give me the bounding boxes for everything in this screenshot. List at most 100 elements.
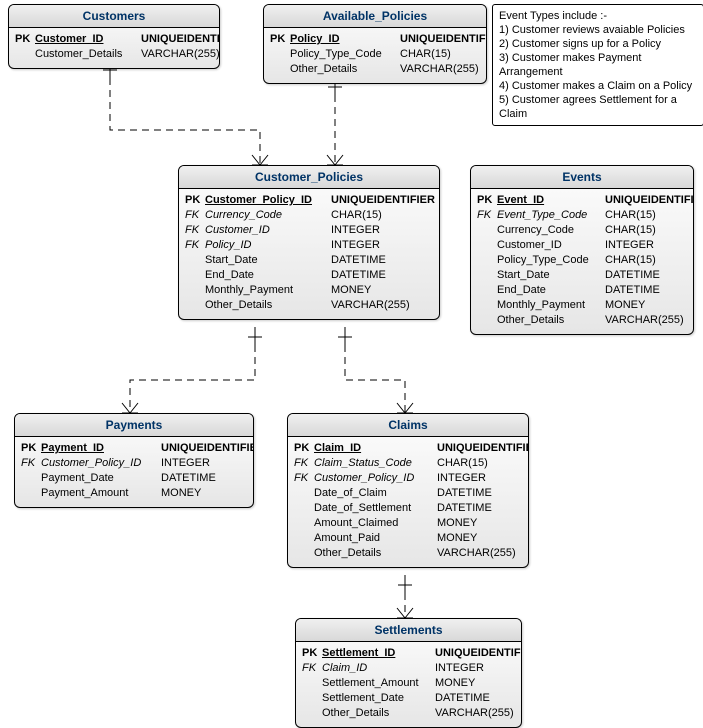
column-row: Settlement_AmountMONEY (302, 676, 515, 691)
column-type: MONEY (161, 486, 201, 501)
column-type: INTEGER (605, 238, 654, 253)
column-name: Start_Date (205, 253, 331, 268)
column-name: Other_Details (314, 546, 437, 561)
column-type: CHAR(15) (605, 253, 656, 268)
column-name: Amount_Paid (314, 531, 437, 546)
column-name: Monthly_Payment (497, 298, 605, 313)
note-event-types: Event Types include :- 1) Customer revie… (492, 4, 703, 126)
column-name: Date_of_Claim (314, 486, 437, 501)
column-name: End_Date (205, 268, 331, 283)
column-name: Event_ID (497, 193, 605, 208)
column-row: PKCustomer_Policy_IDUNIQUEIDENTIFIER (185, 193, 433, 208)
entity-settlements: Settlements PKSettlement_IDUNIQUEIDENTIF… (295, 618, 522, 728)
column-row: Other_DetailsVARCHAR(255) (477, 313, 687, 328)
key-indicator: FK (185, 223, 205, 238)
column-name: Settlement_ID (322, 646, 435, 661)
column-name: End_Date (497, 283, 605, 298)
column-row: FKCustomer_IDINTEGER (185, 223, 433, 238)
column-row: FKEvent_Type_CodeCHAR(15) (477, 208, 687, 223)
column-name: Claim_ID (322, 661, 435, 676)
column-type: DATETIME (605, 268, 660, 283)
column-type: MONEY (605, 298, 645, 313)
column-type: VARCHAR(255) (331, 298, 410, 313)
column-row: Other_DetailsVARCHAR(255) (270, 62, 480, 77)
column-row: Policy_Type_CodeCHAR(15) (270, 47, 480, 62)
column-type: UNIQUEIDENTIFIER (400, 32, 487, 47)
column-type: VARCHAR(255) (437, 546, 516, 561)
column-type: CHAR(15) (605, 208, 656, 223)
column-name: Other_Details (497, 313, 605, 328)
column-name: Payment_Amount (41, 486, 161, 501)
column-row: FKClaim_IDINTEGER (302, 661, 515, 676)
entity-title: Events (471, 166, 693, 189)
column-name: Other_Details (322, 706, 435, 721)
column-row: FKPolicy_IDINTEGER (185, 238, 433, 253)
column-type: VARCHAR(255) (400, 62, 479, 77)
column-row: Customer_IDINTEGER (477, 238, 687, 253)
entity-events: Events PKEvent_IDUNIQUEIDENTIFIERFKEvent… (470, 165, 694, 335)
entity-body: PKSettlement_IDUNIQUEIDENTIFIERFKClaim_I… (296, 642, 521, 727)
column-name: Claim_Status_Code (314, 456, 437, 471)
column-row: End_DateDATETIME (185, 268, 433, 283)
column-row: Date_of_ClaimDATETIME (294, 486, 522, 501)
column-type: CHAR(15) (331, 208, 382, 223)
column-row: Start_DateDATETIME (477, 268, 687, 283)
column-row: Other_DetailsVARCHAR(255) (302, 706, 515, 721)
column-name: Customer_ID (497, 238, 605, 253)
column-type: MONEY (435, 676, 475, 691)
column-name: Policy_ID (290, 32, 400, 47)
column-type: DATETIME (331, 253, 386, 268)
column-type: DATETIME (605, 283, 660, 298)
column-row: PKEvent_IDUNIQUEIDENTIFIER (477, 193, 687, 208)
column-type: UNIQUEIDENTIFIER (437, 441, 529, 456)
column-name: Other_Details (290, 62, 400, 77)
column-row: Amount_ClaimedMONEY (294, 516, 522, 531)
entity-title: Settlements (296, 619, 521, 642)
entity-title: Claims (288, 414, 528, 437)
column-type: MONEY (331, 283, 371, 298)
column-row: Policy_Type_CodeCHAR(15) (477, 253, 687, 268)
column-type: UNIQUEIDENTIFIER (331, 193, 435, 208)
column-name: Date_of_Settlement (314, 501, 437, 516)
key-indicator: FK (185, 238, 205, 253)
column-row: Other_DetailsVARCHAR(255) (294, 546, 522, 561)
key-indicator: PK (294, 441, 314, 456)
column-type: CHAR(15) (400, 47, 451, 62)
key-indicator: PK (477, 193, 497, 208)
key-indicator: PK (270, 32, 290, 47)
key-indicator: FK (294, 456, 314, 471)
entity-customers: Customers PKCustomer_IDUNIQUEIDENTIFIERC… (8, 4, 220, 69)
note-line: 3) Customer makes Payment Arrangement (499, 51, 697, 79)
column-name: Event_Type_Code (497, 208, 605, 223)
entity-title: Customers (9, 5, 219, 28)
column-type: VARCHAR(255) (435, 706, 514, 721)
entity-body: PKPayment_IDUNIQUEIDENTIFIERFKCustomer_P… (15, 437, 253, 507)
column-name: Customer_Policy_ID (41, 456, 161, 471)
column-row: Start_DateDATETIME (185, 253, 433, 268)
column-row: PKClaim_IDUNIQUEIDENTIFIER (294, 441, 522, 456)
column-name: Settlement_Amount (322, 676, 435, 691)
column-type: INTEGER (437, 471, 486, 486)
entity-title: Available_Policies (264, 5, 486, 28)
entity-claims: Claims PKClaim_IDUNIQUEIDENTIFIERFKClaim… (287, 413, 529, 568)
note-line: 4) Customer makes a Claim on a Policy (499, 79, 697, 93)
key-indicator: FK (21, 456, 41, 471)
entity-payments: Payments PKPayment_IDUNIQUEIDENTIFIERFKC… (14, 413, 254, 508)
column-row: Customer_DetailsVARCHAR(255) (15, 47, 213, 62)
key-indicator: FK (302, 661, 322, 676)
column-row: Payment_DateDATETIME (21, 471, 247, 486)
column-row: Date_of_SettlementDATETIME (294, 501, 522, 516)
column-type: DATETIME (161, 471, 216, 486)
note-line: 5) Customer agrees Settlement for a Clai… (499, 93, 697, 121)
column-row: Payment_AmountMONEY (21, 486, 247, 501)
column-name: Currency_Code (205, 208, 331, 223)
entity-available-policies: Available_Policies PKPolicy_IDUNIQUEIDEN… (263, 4, 487, 84)
column-row: End_DateDATETIME (477, 283, 687, 298)
column-type: DATETIME (437, 486, 492, 501)
entity-body: PKCustomer_IDUNIQUEIDENTIFIERCustomer_De… (9, 28, 219, 68)
entity-body: PKCustomer_Policy_IDUNIQUEIDENTIFIER FKCu… (179, 189, 439, 319)
column-type: CHAR(15) (605, 223, 656, 238)
column-row: FKClaim_Status_CodeCHAR(15) (294, 456, 522, 471)
column-row: PKSettlement_IDUNIQUEIDENTIFIER (302, 646, 515, 661)
column-name: Customer_ID (35, 32, 141, 47)
